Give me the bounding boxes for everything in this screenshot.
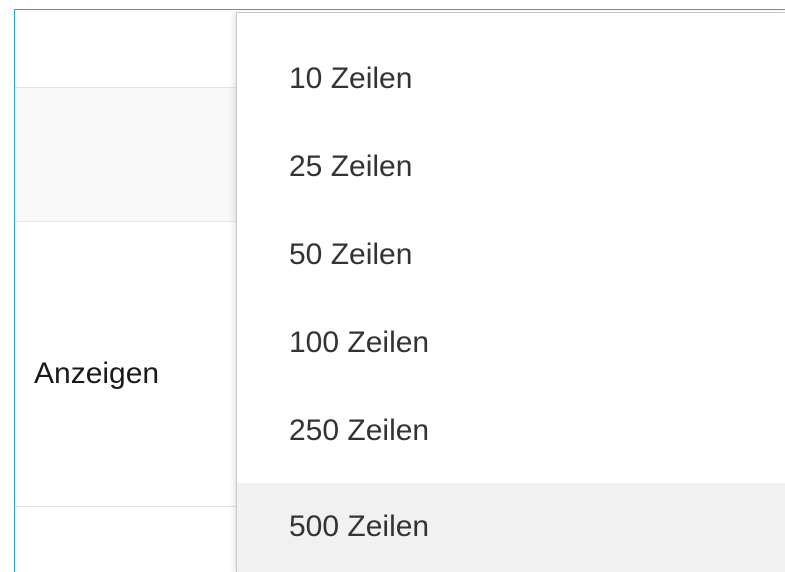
page-length-option-25[interactable]: 25 Zeilen xyxy=(237,123,785,211)
page-length-option-50[interactable]: 50 Zeilen xyxy=(237,211,785,299)
panel-border-top xyxy=(14,9,785,10)
page-length-option-100[interactable]: 100 Zeilen xyxy=(237,299,785,387)
page-length-dropdown[interactable]: 10 Zeilen 25 Zeilen 50 Zeilen 100 Zeilen… xyxy=(236,12,785,572)
table-row xyxy=(15,87,237,222)
page-length-option-500[interactable]: 500 Zeilen xyxy=(237,483,785,572)
table-panel: Anzeigen 10 Zeilen 25 Zeilen 50 Zeilen 1… xyxy=(0,0,785,572)
page-length-label: Anzeigen xyxy=(34,357,160,390)
page-length-option-250[interactable]: 250 Zeilen xyxy=(237,387,785,475)
page-length-option-10[interactable]: 10 Zeilen xyxy=(237,35,785,123)
table-row xyxy=(15,506,237,572)
